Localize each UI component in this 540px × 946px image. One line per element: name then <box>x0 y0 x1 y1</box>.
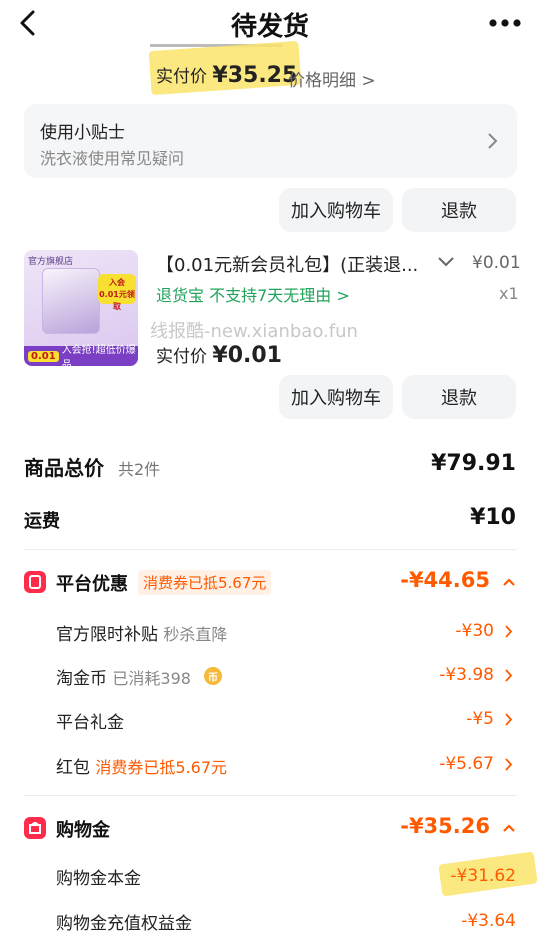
goods-total-value: ¥79.91 <box>431 451 516 476</box>
tips-subtitle: 洗衣液使用常见疑问 <box>40 149 185 168</box>
shopping-money-bonus-row: 购物金充值权益金 <box>56 914 192 934</box>
subsidy-row[interactable]: 官方限时补贴 秒杀直降 <box>56 620 227 645</box>
platform-discount-label: 平台优惠 <box>56 574 128 595</box>
refund-button[interactable]: 退款 <box>402 375 516 419</box>
add-to-cart-button[interactable]: 加入购物车 <box>279 375 393 419</box>
chevron-right-icon <box>488 133 498 149</box>
product-price: ¥0.01 <box>472 253 521 273</box>
product-thumbnail[interactable]: 官方旗舰店 入会 0.01元领取 0.01 入会抢!超低价爆品 <box>24 250 138 366</box>
taojinbi-row[interactable]: 淘金币 已消耗398 <box>56 664 191 689</box>
divider <box>24 549 517 550</box>
chevron-down-icon[interactable] <box>436 255 456 269</box>
product-quantity: x1 <box>499 284 519 303</box>
product-title[interactable]: 【0.01元新会员礼包】(正装退... <box>156 251 424 277</box>
platform-discount-icon <box>24 571 46 593</box>
shopping-money-value[interactable]: -¥35.26 <box>400 814 490 838</box>
chevron-right-icon <box>505 713 513 726</box>
shopping-money-bonus-value: -¥3.64 <box>461 911 516 931</box>
red-packet-value: -¥5.67 <box>439 754 494 774</box>
platform-gift-row[interactable]: 平台礼金 <box>56 708 124 733</box>
shipping-label: 运费 <box>24 511 60 532</box>
thumb-brand-text: 官方旗舰店 <box>28 257 74 267</box>
add-to-cart-button[interactable]: 加入购物车 <box>279 188 393 232</box>
paid-price-row: 实付价 ¥35.25 <box>156 63 298 88</box>
chevron-right-icon <box>505 669 513 682</box>
shopping-money-principal-value: -¥31.62 <box>450 866 516 886</box>
platform-gift-value: -¥5 <box>466 709 494 729</box>
watermark-text: 线报酷-new.xianbao.fun <box>150 321 358 342</box>
thumb-promo-bar: 0.01 入会抢!超低价爆品 <box>24 345 138 366</box>
page-title: 待发货 <box>230 12 309 42</box>
chevron-up-icon[interactable] <box>502 823 516 833</box>
product-package-image <box>42 268 100 334</box>
shopping-money-icon <box>24 817 46 839</box>
shipping-value: ¥10 <box>470 505 516 530</box>
chevron-right-icon <box>505 625 513 638</box>
thumb-badge: 入会 0.01元领取 <box>98 274 136 311</box>
product-paid-value: ¥0.01 <box>212 343 282 368</box>
shopping-money-label: 购物金 <box>56 820 110 841</box>
more-options-icon[interactable] <box>488 18 522 28</box>
price-detail-link[interactable]: 价格明细 > <box>288 66 376 91</box>
goods-total-label: 商品总价 <box>24 456 104 480</box>
paid-price-value: ¥35.25 <box>212 63 298 88</box>
refund-button[interactable]: 退款 <box>402 188 516 232</box>
tips-title: 使用小贴士 <box>40 123 125 143</box>
goods-count: 共2件 <box>118 460 161 479</box>
return-guarantee-link[interactable]: 退货宝 不支持7天无理由 > <box>156 282 350 306</box>
chevron-right-icon <box>505 758 513 771</box>
product-paid-row: 实付价 ¥0.01 <box>156 343 282 368</box>
red-packet-row[interactable]: 红包 消费券已抵5.67元 <box>56 753 227 778</box>
subsidy-value: -¥30 <box>455 621 494 641</box>
divider <box>24 795 517 796</box>
shopping-money-principal-row: 购物金本金 <box>56 869 141 889</box>
coupon-tag: 消费券已抵5.67元 <box>138 570 272 595</box>
coin-icon: 币 <box>204 667 222 685</box>
platform-discount-value[interactable]: -¥44.65 <box>400 568 490 592</box>
chevron-up-icon[interactable] <box>502 577 516 587</box>
taojinbi-value: -¥3.98 <box>439 665 494 685</box>
